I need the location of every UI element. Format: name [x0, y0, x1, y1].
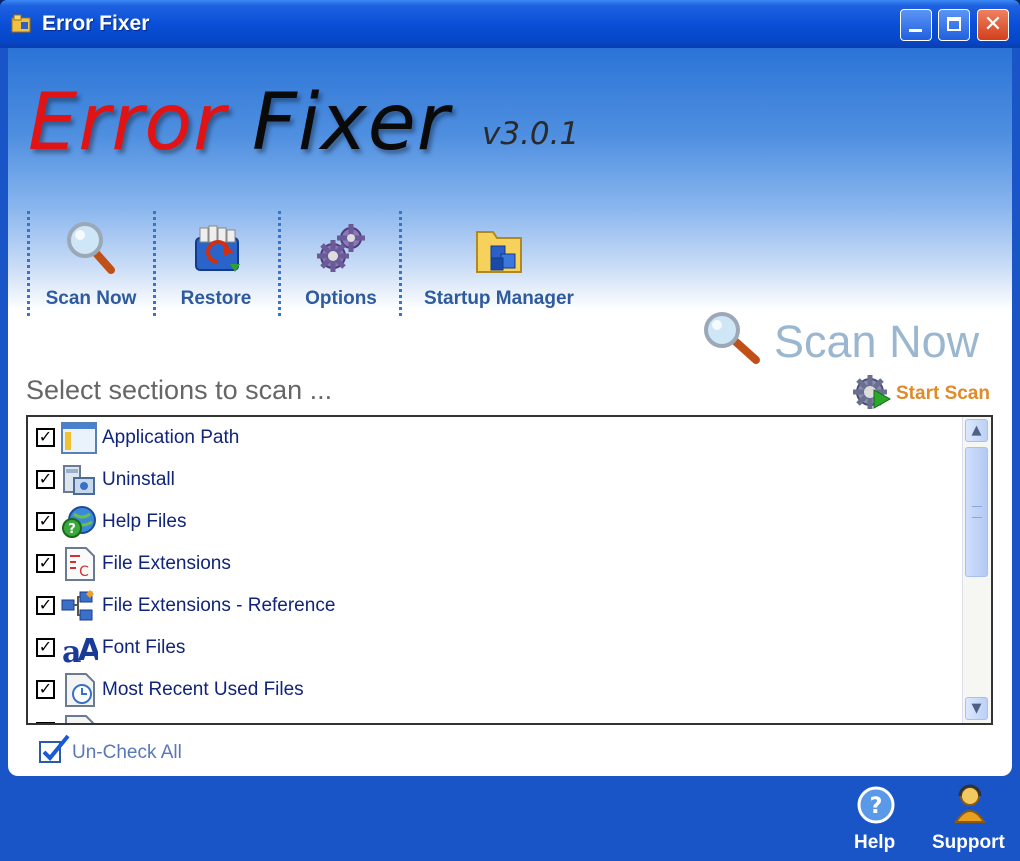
uncheck-all-label: Un-Check All — [72, 742, 182, 763]
uncheck-all-checkbox-icon — [39, 734, 70, 763]
file-icon — [65, 715, 95, 723]
toolbar-restore-button[interactable]: Restore — [166, 218, 266, 310]
list-item-uninstall[interactable]: ✓ Uninstall — [28, 459, 963, 501]
scroll-down-button[interactable]: ▼ — [965, 697, 988, 720]
section-label: Font Files — [102, 637, 186, 658]
toolbar-separator — [399, 211, 402, 316]
chevron-down-icon: ▼ — [971, 701, 982, 716]
section-checkbox[interactable]: ✓ — [36, 511, 55, 531]
section-checkbox[interactable]: ✓ — [36, 679, 55, 699]
logo-word-fixer: Fixer — [252, 78, 450, 168]
section-label: Application Path — [102, 427, 240, 448]
app-window: Error Fixer ✕ Error Fixer v3.0.1 Scan No… — [0, 0, 1020, 861]
startup-manager-label: Startup Manager — [424, 288, 574, 309]
logo-word-error: Error — [28, 78, 227, 168]
scroll-thumb[interactable] — [965, 447, 988, 577]
section-checkbox[interactable]: ✓ — [36, 427, 55, 447]
section-checkbox[interactable]: ✓ — [36, 637, 55, 657]
file-extension-icon: C — [65, 547, 95, 581]
minimize-icon — [909, 29, 922, 32]
list-item-file-extensions-reference[interactable]: ✓ File Extensions - Reference — [28, 585, 963, 627]
help-icon: ? — [857, 786, 895, 824]
app-logo: Error Fixer — [28, 78, 450, 168]
application-window-icon — [61, 422, 97, 454]
scroll-up-button[interactable]: ▲ — [965, 419, 988, 442]
sections-list[interactable]: ✓ Application Path ✓ Uninstall ✓ ? Help … — [26, 415, 993, 725]
startup-folder-icon — [476, 231, 522, 273]
list-item-file-extensions[interactable]: ✓ C File Extensions — [28, 543, 963, 585]
toolbar-separator — [278, 211, 281, 316]
toolbar-startup-manager-button[interactable]: Startup Manager — [412, 218, 586, 310]
app-icon — [11, 14, 31, 33]
section-label: Most Recent Used Files — [102, 679, 304, 700]
toolbar-separator — [27, 211, 30, 316]
file-reference-icon — [61, 590, 94, 621]
restore-label: Restore — [180, 288, 252, 309]
toolbar-options-button[interactable]: Options — [291, 218, 391, 310]
section-checkbox[interactable]: ✓ — [36, 721, 55, 723]
window-title: Error Fixer — [42, 12, 150, 35]
scan-now-magnifier-icon — [704, 312, 760, 364]
grip-icon — [972, 506, 982, 518]
list-item-partial[interactable]: ✓ — [28, 711, 963, 723]
start-scan-label: Start Scan — [896, 383, 990, 404]
svg-text:?: ? — [68, 522, 76, 537]
restore-icon — [195, 225, 240, 272]
start-scan-icon — [853, 375, 892, 409]
section-label: File Extensions - Reference — [102, 595, 336, 616]
section-checkbox[interactable]: ✓ — [36, 595, 55, 615]
vertical-scrollbar[interactable]: ▲ ▼ — [962, 417, 991, 723]
support-person-icon — [954, 784, 986, 823]
section-label: Help Files — [102, 511, 187, 532]
client-area: Error Fixer v3.0.1 Scan Now Restore Opti… — [8, 48, 1012, 776]
svg-text:?: ? — [870, 794, 883, 819]
options-label: Options — [305, 288, 377, 309]
close-button[interactable]: ✕ — [977, 9, 1009, 41]
toolbar-separator — [153, 211, 156, 316]
gears-icon — [317, 224, 365, 272]
scan-now-heading: Scan Now — [774, 316, 980, 367]
magnifier-icon — [67, 222, 115, 274]
select-sections-prompt: Select sections to scan ... — [26, 375, 333, 405]
help-globe-icon: ? — [62, 506, 96, 538]
font-icon: a A — [62, 633, 98, 666]
recent-files-icon — [65, 673, 95, 707]
uninstall-icon — [63, 465, 95, 495]
list-item-application-path[interactable]: ✓ Application Path — [28, 417, 963, 459]
list-item-help-files[interactable]: ✓ ? Help Files — [28, 501, 963, 543]
close-icon: ✕ — [983, 12, 1003, 37]
version-label: v3.0.1 — [482, 116, 580, 152]
maximize-icon — [947, 17, 961, 31]
svg-text:C: C — [79, 564, 89, 580]
maximize-button[interactable] — [938, 9, 970, 41]
section-label: Uninstall — [102, 469, 175, 490]
toolbar-scan-now-button[interactable]: Scan Now — [40, 218, 142, 310]
section-label: File Extensions — [102, 553, 231, 574]
chevron-up-icon: ▲ — [971, 423, 982, 438]
scan-now-label: Scan Now — [45, 288, 137, 309]
list-item-most-recent-used-files[interactable]: ✓ Most Recent Used Files — [28, 669, 963, 711]
support-label: Support — [932, 832, 1005, 853]
svg-text:A: A — [78, 633, 98, 666]
section-checkbox[interactable]: ✓ — [36, 553, 55, 573]
minimize-button[interactable] — [900, 9, 932, 41]
title-bar[interactable]: Error Fixer ✕ — [0, 0, 1020, 48]
help-label: Help — [854, 832, 896, 853]
section-checkbox[interactable]: ✓ — [36, 469, 55, 489]
list-item-font-files[interactable]: ✓ a A Font Files — [28, 627, 963, 669]
